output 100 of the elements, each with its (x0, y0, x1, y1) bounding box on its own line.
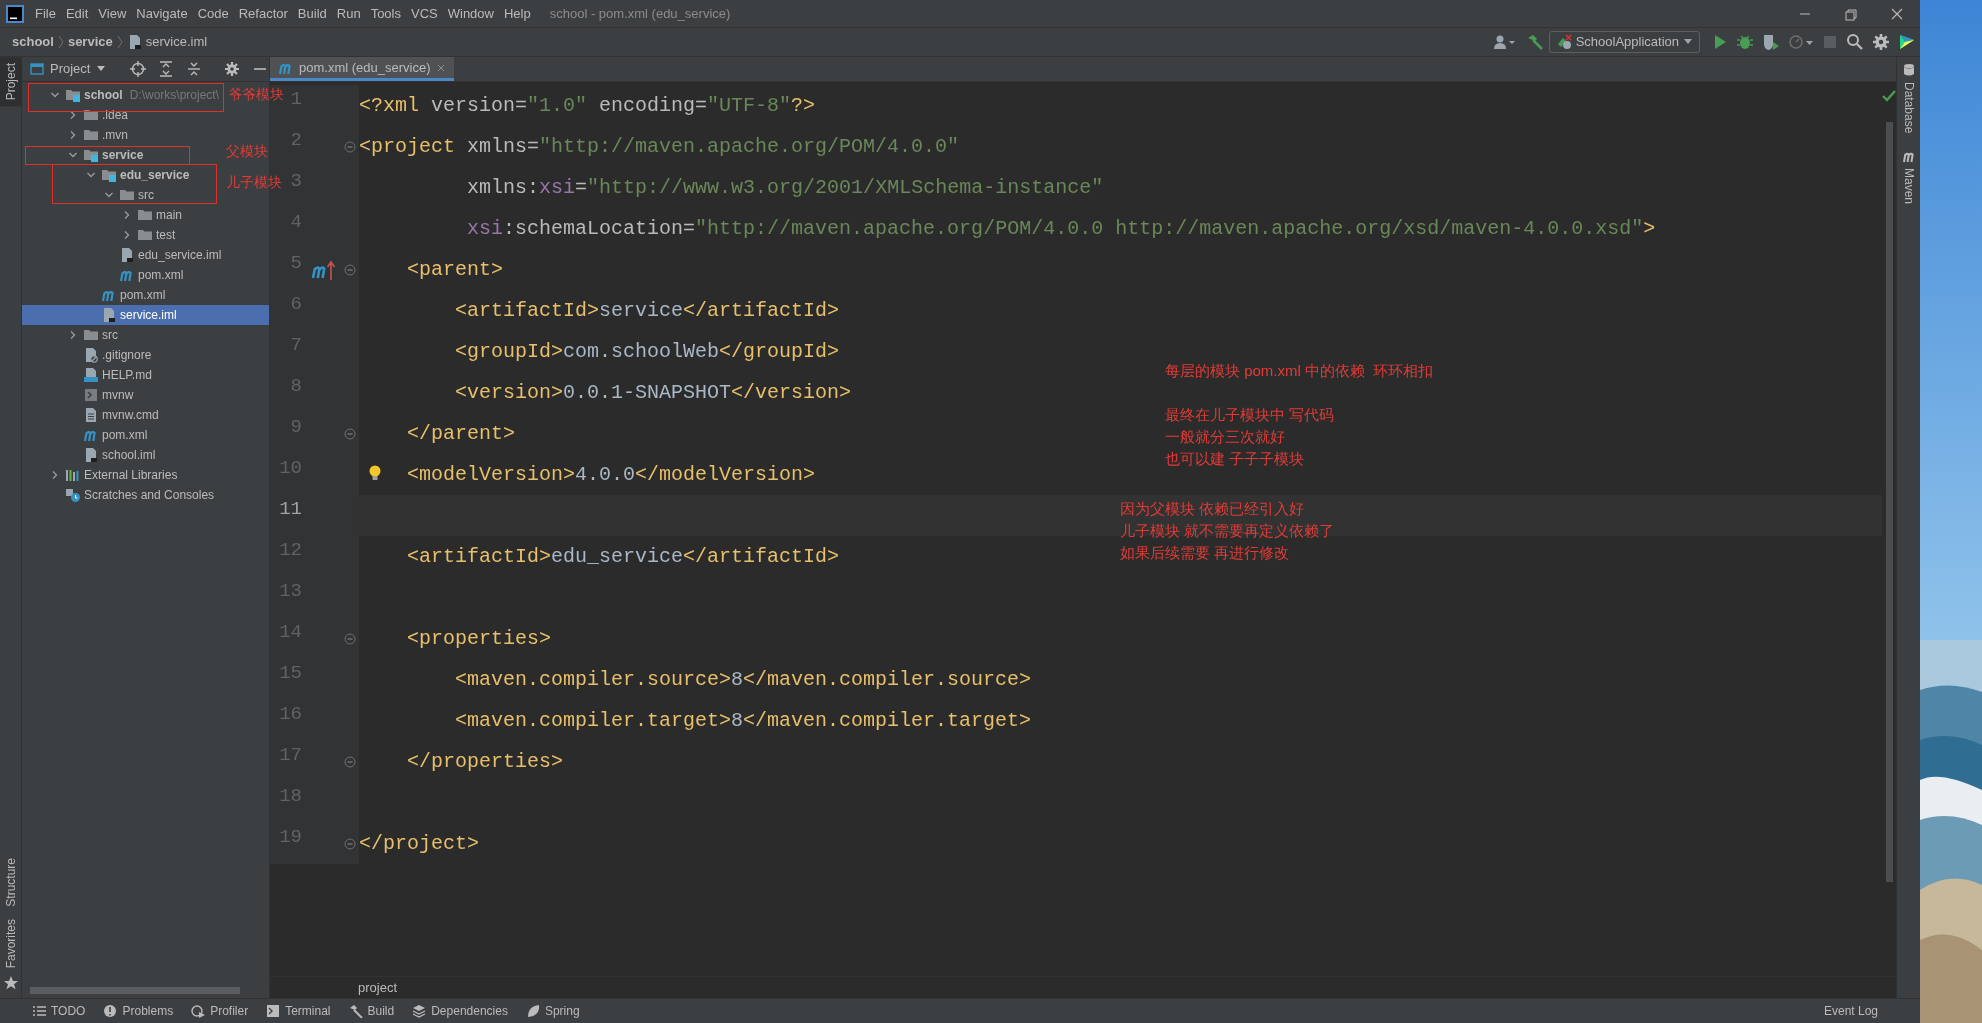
fold-icon[interactable] (343, 755, 356, 768)
profiler-icon (191, 1004, 206, 1018)
warning-icon (103, 1004, 118, 1018)
menu-item[interactable]: Build (292, 3, 332, 24)
tree-item[interactable]: src (22, 185, 158, 205)
code-line: <modelVersion>4.0.0</modelVersion> (407, 461, 816, 488)
editor-tab[interactable]: pom.xml (edu_service) (270, 57, 454, 81)
fold-icon[interactable] (343, 140, 356, 153)
tree-item[interactable]: pom.xml (22, 265, 188, 285)
app-logo-icon (6, 4, 24, 23)
menu-item[interactable]: Run (331, 3, 366, 24)
markdown-file-icon (83, 367, 99, 383)
menu-item[interactable]: Refactor (233, 3, 293, 24)
tool-window-tab[interactable]: Maven (1899, 149, 1918, 205)
breadcrumb-item[interactable]: project (358, 977, 398, 998)
terminal-icon (266, 1004, 281, 1018)
tree-item[interactable]: .gitignore (22, 345, 156, 365)
tree-item[interactable]: school D:\works\project\ (22, 85, 224, 105)
tree-item[interactable]: pom.xml (22, 425, 152, 445)
menu-item[interactable]: Help (498, 3, 536, 24)
tool-window-tab[interactable]: Project (0, 57, 22, 107)
user-icon[interactable] (1492, 33, 1517, 51)
collapse-all-icon[interactable] (186, 60, 203, 78)
menu-item[interactable]: Navigate (131, 3, 193, 24)
tree-item[interactable]: HELP.md (22, 365, 156, 385)
menu-item[interactable]: View (93, 3, 132, 24)
star-icon[interactable] (4, 976, 18, 990)
tool-window-tab[interactable]: Database (1899, 63, 1918, 134)
scrollbar[interactable] (30, 987, 240, 994)
tree-item[interactable]: External Libraries (22, 465, 182, 485)
code-line: xsi:schemaLocation="http://maven.apache.org/POM/4.0.0 http://maven.apache.org/xsd/maven-4.0.0.xsd"> (467, 215, 1656, 242)
settings-icon[interactable] (1872, 33, 1890, 51)
file-icon (101, 307, 117, 323)
hammer-icon (348, 1004, 363, 1018)
menu-item[interactable]: Edit (60, 3, 94, 24)
tree-item[interactable]: Scratches and Consoles (22, 485, 219, 505)
annotation-text: 爷爷模块 (228, 86, 284, 103)
tool-window-button[interactable]: Dependencies (410, 1002, 510, 1020)
tree-item[interactable]: test (22, 225, 180, 245)
run-configuration-dropdown[interactable]: SchoolApplication (1548, 31, 1700, 53)
line-number: 11 (279, 498, 302, 520)
folder-icon (119, 187, 135, 203)
maven-up-arrow-icon[interactable] (311, 258, 337, 281)
tool-window-button[interactable]: Event Log (1821, 1002, 1880, 1020)
breadcrumb-item[interactable]: service.iml (124, 32, 210, 52)
tree-item[interactable]: .idea (22, 105, 133, 125)
expand-all-icon[interactable] (158, 60, 175, 78)
path-hint: D:\works\project\ (129, 87, 220, 104)
profiler-icon[interactable] (1788, 33, 1814, 51)
tree-item[interactable]: edu_service (22, 165, 194, 185)
menu-item[interactable]: VCS (406, 3, 443, 24)
menu-item[interactable]: Tools (365, 3, 406, 24)
coverage-icon[interactable] (1762, 33, 1780, 51)
menu-item[interactable]: Window (442, 3, 499, 24)
run-icon[interactable] (1712, 33, 1728, 51)
close-icon[interactable] (435, 62, 446, 73)
bug-icon[interactable] (1736, 33, 1754, 51)
fold-icon[interactable] (343, 837, 356, 850)
light-bulb-icon[interactable] (368, 464, 382, 482)
breadcrumb-item[interactable]: service (65, 32, 115, 52)
tree-item[interactable]: edu_service.iml (22, 245, 226, 265)
code-line: <version>0.0.1-SNAPSHOT</version> (455, 379, 852, 406)
tree-item[interactable]: mvnw (22, 385, 138, 405)
tree-item[interactable]: school.iml (22, 445, 160, 465)
fold-icon[interactable] (343, 632, 356, 645)
module-folder-icon (101, 167, 117, 183)
database-icon (1901, 63, 1916, 77)
tool-window-tab[interactable]: Structure (0, 851, 22, 913)
tree-item[interactable]: service.iml (22, 305, 269, 325)
tree-item[interactable]: .mvn (22, 125, 132, 145)
caret-icon (96, 65, 107, 73)
tool-window-tab[interactable]: Favorites (0, 912, 22, 974)
fold-icon[interactable] (343, 427, 356, 440)
code-line: <groupId>com.schoolWeb</groupId> (455, 338, 840, 365)
app-config-icon (1555, 34, 1572, 50)
tool-window-button[interactable]: Problems (101, 1002, 176, 1020)
menu-item[interactable]: Code (192, 3, 234, 24)
tool-window-button[interactable]: Build (346, 1002, 397, 1020)
tree-item[interactable]: main (22, 205, 186, 225)
settings-icon[interactable] (224, 60, 241, 78)
scrollbar[interactable] (1885, 122, 1893, 882)
search-icon[interactable] (1846, 33, 1864, 51)
tree-item[interactable]: service (22, 145, 148, 165)
tree-item[interactable]: pom.xml (22, 285, 170, 305)
menu-item[interactable]: File (30, 3, 61, 24)
breadcrumb-item[interactable]: school (10, 32, 56, 52)
tree-item[interactable]: mvnw.cmd (22, 405, 163, 425)
layers-icon (412, 1004, 427, 1018)
code-line: <?xml version="1.0" encoding="UTF-8"?> (359, 92, 816, 119)
tree-item[interactable]: src (22, 325, 122, 345)
locate-icon[interactable] (130, 60, 147, 78)
panel-view-dropdown[interactable]: Project (26, 57, 111, 81)
tool-window-button[interactable]: Profiler (189, 1002, 251, 1020)
code-line: <artifactId>edu_service</artifactId> (407, 543, 840, 570)
fold-icon[interactable] (343, 263, 356, 276)
plugin-logo-icon[interactable] (1898, 33, 1916, 51)
tool-window-button[interactable]: Terminal (264, 1002, 333, 1020)
tool-window-button[interactable]: Spring (523, 1002, 582, 1020)
tool-window-button[interactable]: TODO (30, 1002, 88, 1020)
annotation-text: 儿子模块 就不需要再定义依赖了 (1120, 522, 1335, 540)
